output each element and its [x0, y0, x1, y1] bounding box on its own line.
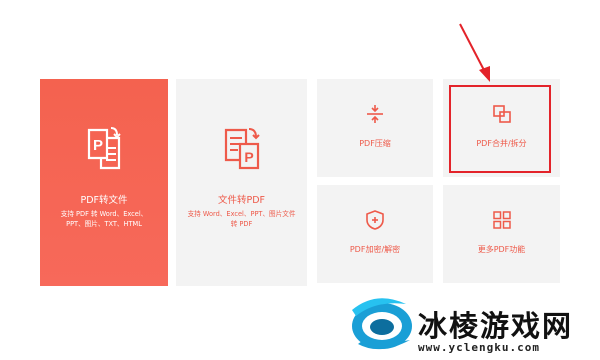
- file-to-pdf-icon: P: [218, 126, 266, 176]
- svg-text:P: P: [93, 137, 103, 154]
- card-description-line: PPT、图片、TXT、HTML: [66, 220, 142, 228]
- card-title: 文件转PDF: [217, 195, 265, 206]
- annotation-arrow-icon: [459, 23, 490, 82]
- pdf-encrypt-card[interactable]: PDF加密/解密: [317, 185, 433, 283]
- watermark-title: 冰棱游戏网: [418, 311, 574, 343]
- pdf-to-file-icon: P: [80, 126, 128, 176]
- card-description-line: 转 PDF: [230, 220, 253, 228]
- card-description-line: 支持 PDF 转 Word、Excel、: [60, 210, 148, 218]
- grid-icon: [491, 209, 513, 235]
- card-description: 支持 Word、Excel、PPT、图片文件 转 PDF: [186, 209, 297, 229]
- watermark-logo-icon: [352, 298, 412, 350]
- card-title: PDF转文件: [80, 195, 128, 206]
- file-to-pdf-card[interactable]: P 文件转PDF 支持 Word、Excel、PPT、图片文件 转 PDF: [176, 79, 307, 286]
- card-description-line: 支持 Word、Excel、PPT、图片文件: [187, 210, 296, 218]
- card-description: 支持 PDF 转 Word、Excel、 PPT、图片、TXT、HTML: [50, 209, 158, 229]
- svg-text:P: P: [244, 149, 253, 165]
- card-label: PDF压缩: [359, 139, 391, 148]
- card-label: PDF加密/解密: [349, 245, 401, 254]
- pdf-to-file-card[interactable]: P PDF转文件 支持 PDF 转 Word、Excel、 PPT、图片、TXT…: [40, 79, 168, 286]
- compress-icon: [364, 103, 386, 129]
- card-label: 更多PDF功能: [477, 245, 526, 254]
- watermark-url: www.yclengku.com: [418, 341, 540, 354]
- pdf-compress-card[interactable]: PDF压缩: [317, 79, 433, 177]
- more-pdf-functions-card[interactable]: 更多PDF功能: [443, 185, 560, 283]
- highlight-box: [449, 85, 551, 173]
- shield-plus-icon: [364, 209, 386, 235]
